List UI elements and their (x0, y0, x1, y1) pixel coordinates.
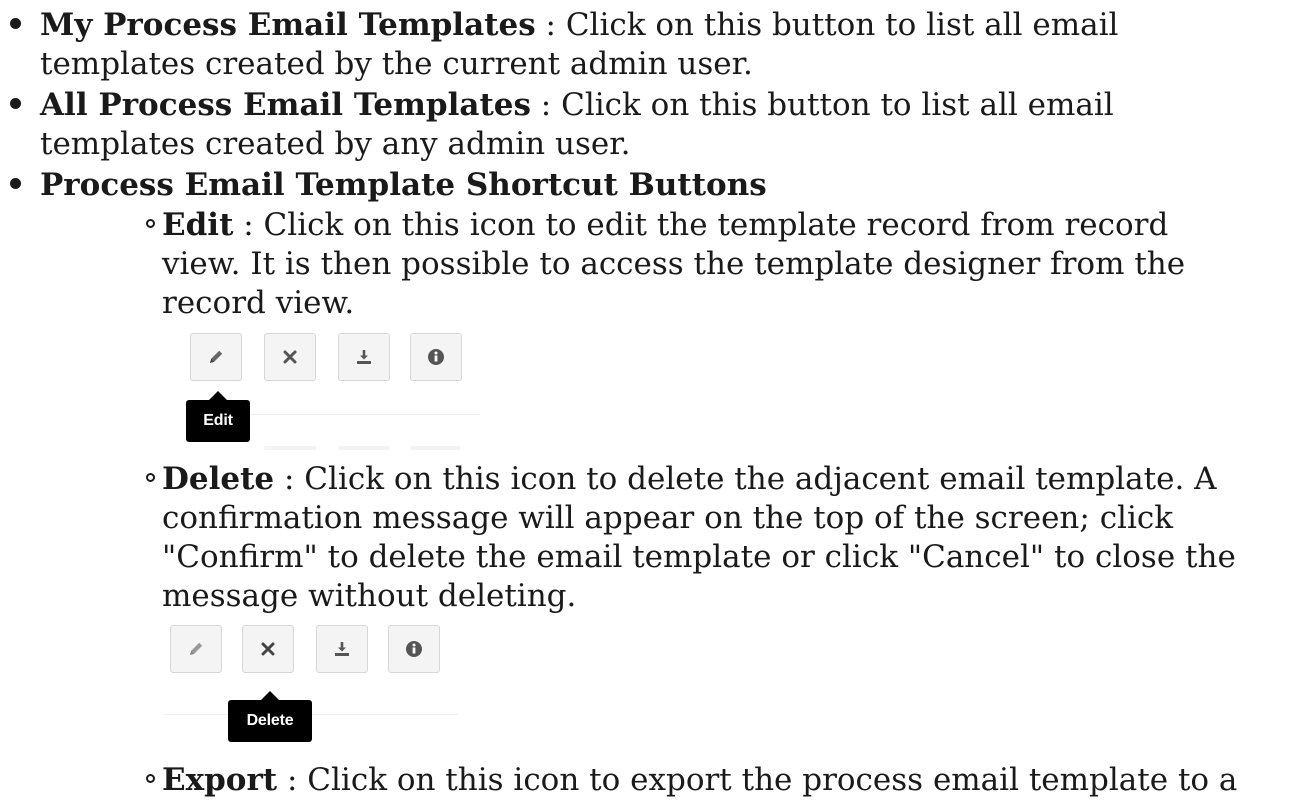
close-icon (261, 642, 275, 656)
item-text: : Click on this button to list all email (530, 87, 1114, 123)
delete-button[interactable] (264, 333, 316, 381)
delete-tooltip: Delete (228, 691, 312, 742)
item-all-templates-line1: All Process Email Templates : Click on t… (40, 86, 1114, 125)
pencil-icon (190, 642, 203, 655)
sub-item-edit-line1: Edit : Click on this icon to edit the te… (162, 206, 1168, 245)
bullet-dot (10, 178, 21, 189)
item-all-templates-line2: templates created by any admin user. (40, 126, 631, 162)
sub-item-title: Edit (162, 207, 234, 243)
sub-item-text: : Click on this icon to edit the templat… (233, 207, 1169, 243)
item-shortcut-buttons: Process Email Template Shortcut Buttons (40, 166, 767, 205)
sub-bullet-circle (146, 219, 155, 228)
ghost-row (264, 446, 316, 450)
info-icon (406, 641, 422, 657)
sub-item-title: Delete (162, 461, 275, 497)
edit-button[interactable] (190, 333, 242, 381)
sub-item-edit-line3: record view. (162, 285, 355, 321)
info-button[interactable] (388, 625, 440, 673)
ghost-row (338, 446, 390, 450)
item-title: My Process Email Templates (40, 7, 536, 43)
sub-item-delete-line1: Delete : Click on this icon to delete th… (162, 460, 1217, 499)
sub-item-text: : Click on this icon to export the proce… (277, 762, 1238, 798)
item-my-templates-line2: templates created by the current admin u… (40, 46, 753, 82)
download-icon (335, 642, 349, 656)
info-button[interactable] (410, 333, 462, 381)
item-title: Process Email Template Shortcut Buttons (40, 167, 767, 203)
documentation-page: My Process Email Templates : Click on th… (0, 0, 1290, 798)
bullet-dot (10, 98, 21, 109)
sub-item-title: Export (162, 762, 278, 798)
close-icon (283, 350, 297, 364)
delete-button[interactable] (242, 625, 294, 673)
edit-tooltip: Edit (186, 391, 250, 442)
sub-item-edit-line2: view. It is then possible to access the … (162, 246, 1186, 282)
item-title: All Process Email Templates (40, 87, 531, 123)
download-icon (357, 350, 371, 364)
sub-bullet-circle (146, 774, 155, 783)
sub-item-export-line1: Export : Click on this icon to export th… (162, 761, 1237, 800)
sub-item-delete-line4: message without deleting. (162, 578, 577, 614)
info-icon (428, 349, 444, 365)
sub-item-text: : Click on this icon to delete the adjac… (274, 461, 1217, 497)
bullet-dot (10, 18, 21, 29)
sub-item-delete-line3: "Confirm" to delete the email template o… (162, 539, 1236, 575)
edit-button[interactable] (170, 625, 222, 673)
sub-item-delete-line2: confirmation message will appear on the … (162, 500, 1174, 536)
export-button[interactable] (338, 333, 390, 381)
pencil-icon (210, 350, 223, 363)
export-button[interactable] (316, 625, 368, 673)
ghost-row (410, 446, 460, 450)
sub-bullet-circle (146, 473, 155, 482)
item-text: : Click on this button to list all email (535, 7, 1119, 43)
item-my-templates-line1: My Process Email Templates : Click on th… (40, 6, 1118, 45)
